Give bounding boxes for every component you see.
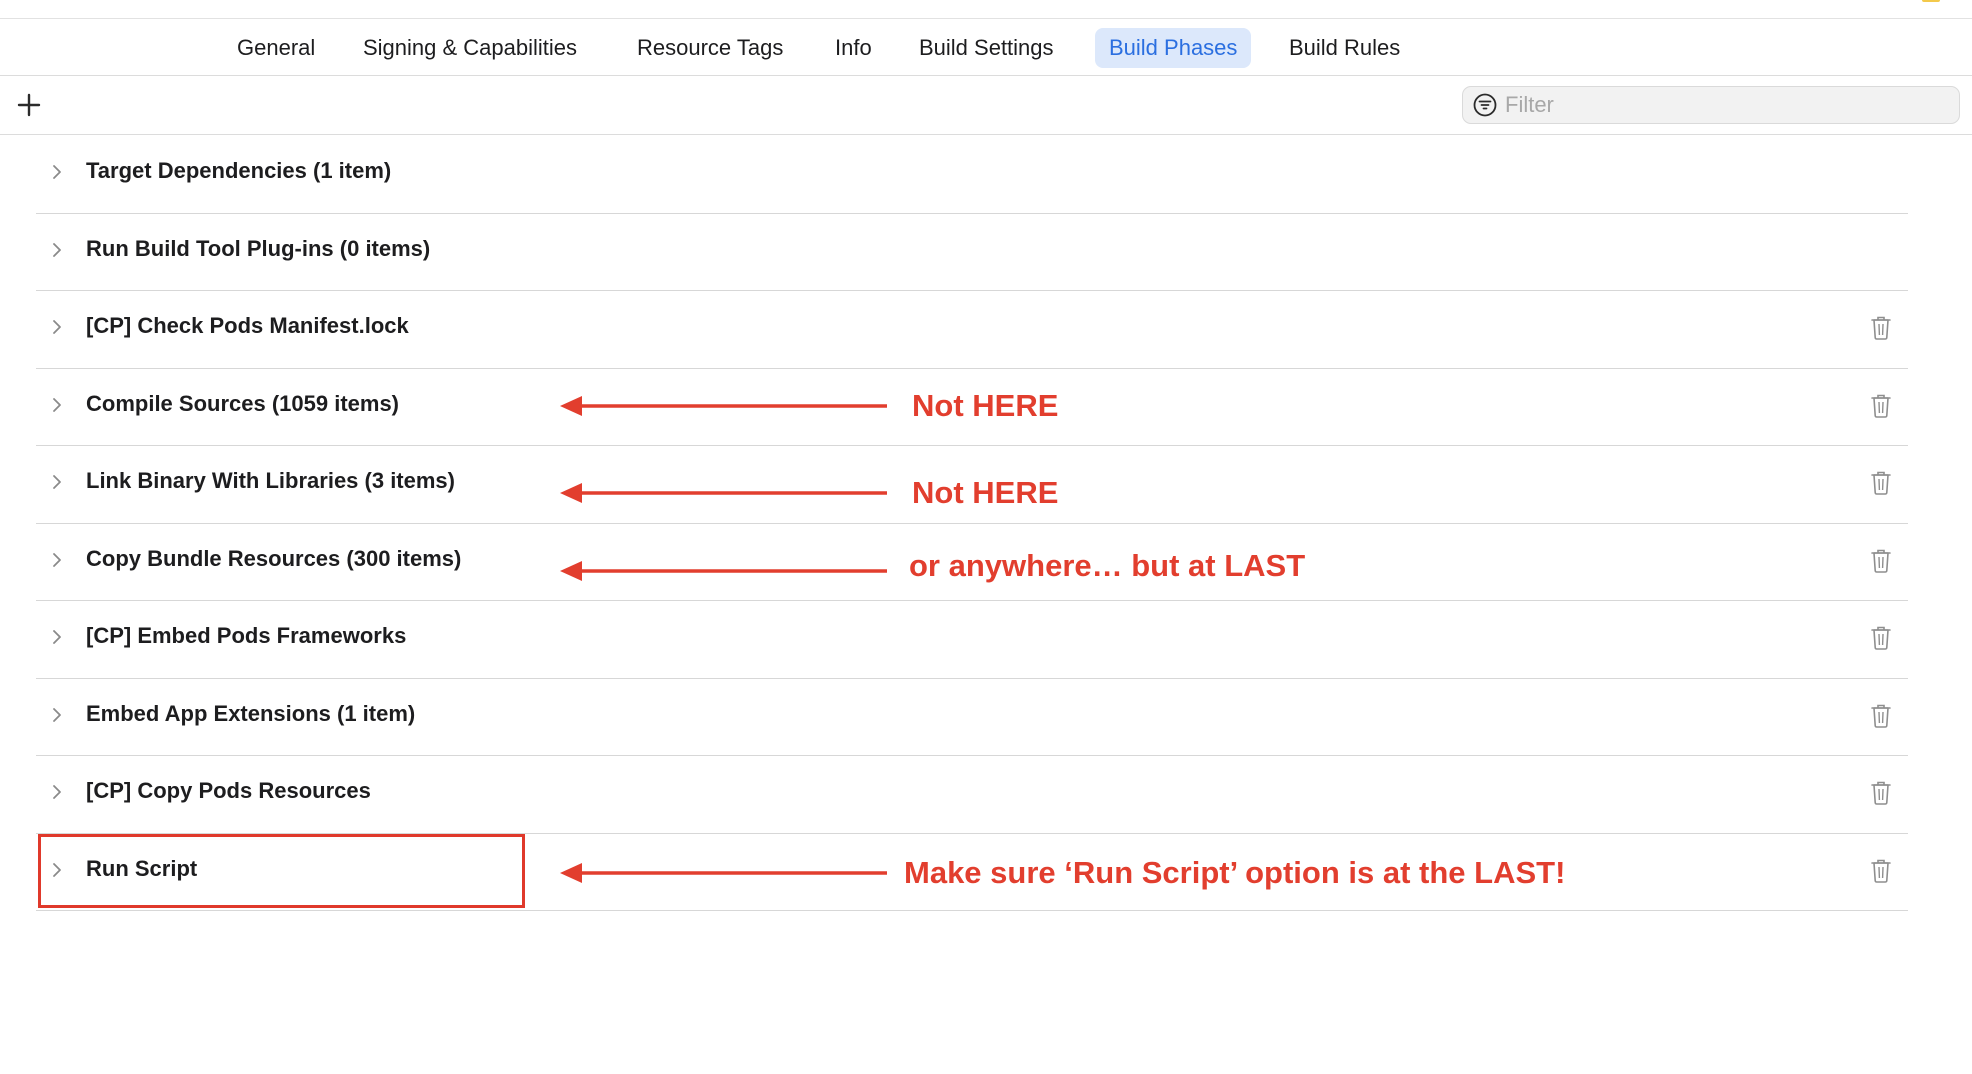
- chevron-right-icon[interactable]: [50, 395, 64, 415]
- phase-row-embed-app-extensions[interactable]: Embed App Extensions (1 item): [36, 679, 1908, 756]
- chevron-right-icon[interactable]: [50, 240, 64, 260]
- trash-icon[interactable]: [1870, 701, 1892, 729]
- annotation-not-here-link: Not HERE: [912, 475, 1059, 510]
- chevron-right-icon[interactable]: [50, 782, 64, 802]
- annotation-run-script-last: Make sure ‘Run Script’ option is at the …: [904, 855, 1566, 890]
- phase-label: [CP] Copy Pods Resources: [86, 778, 371, 803]
- chevron-right-icon[interactable]: [50, 705, 64, 725]
- trash-icon[interactable]: [1870, 623, 1892, 651]
- phase-row-check-pods-manifest[interactable]: [CP] Check Pods Manifest.lock: [36, 291, 1908, 369]
- phase-label: Run Build Tool Plug-ins (0 items): [86, 235, 431, 261]
- trash-icon[interactable]: [1870, 468, 1892, 496]
- phase-row-copy-pods-resources[interactable]: [CP] Copy Pods Resources: [36, 756, 1908, 834]
- tab-build-phases[interactable]: Build Phases: [1095, 28, 1252, 68]
- tab-signing-capabilities[interactable]: Signing & Capabilities: [349, 28, 591, 68]
- status-swatch: [1922, 0, 1940, 2]
- phase-row-run-build-tool-plugins[interactable]: Run Build Tool Plug-ins (0 items): [36, 214, 1908, 291]
- plus-icon: [17, 93, 41, 117]
- editor-tab-bar: General Signing & Capabilities Resource …: [0, 19, 1972, 76]
- trash-icon[interactable]: [1870, 546, 1892, 574]
- phase-label: [CP] Embed Pods Frameworks: [86, 623, 407, 648]
- chevron-right-icon[interactable]: [50, 627, 64, 647]
- phase-label: Compile Sources (1059 items): [86, 390, 400, 416]
- run-script-highlight-box: [38, 834, 525, 908]
- phase-label: Link Binary With Libraries (3 items): [86, 468, 455, 493]
- build-phases-toolbar: [0, 76, 1972, 135]
- filter-field[interactable]: [1462, 86, 1960, 124]
- tab-resource-tags[interactable]: Resource Tags: [623, 28, 797, 68]
- tab-general[interactable]: General: [223, 28, 329, 68]
- phase-row-embed-pods-frameworks[interactable]: [CP] Embed Pods Frameworks: [36, 601, 1908, 679]
- filter-icon: [1473, 93, 1497, 117]
- phase-label: Target Dependencies (1 item): [86, 158, 392, 183]
- chevron-right-icon[interactable]: [50, 472, 64, 492]
- phase-label: Embed App Extensions (1 item): [86, 700, 416, 726]
- top-right-status: [1894, 0, 1954, 6]
- trash-icon[interactable]: [1870, 391, 1892, 419]
- tab-info[interactable]: Info: [821, 28, 886, 68]
- tab-build-rules[interactable]: Build Rules: [1275, 28, 1414, 68]
- chevron-right-icon[interactable]: [50, 550, 64, 570]
- phase-label: [CP] Check Pods Manifest.lock: [86, 313, 409, 338]
- add-build-phase-button[interactable]: [14, 90, 44, 120]
- tab-build-settings[interactable]: Build Settings: [905, 28, 1068, 68]
- annotation-not-here-compile: Not HERE: [912, 388, 1059, 423]
- filter-input[interactable]: [1503, 90, 1947, 120]
- window-top-strip: [0, 0, 1972, 19]
- trash-icon[interactable]: [1870, 856, 1892, 884]
- trash-icon[interactable]: [1870, 313, 1892, 341]
- chevron-right-icon[interactable]: [50, 317, 64, 337]
- annotation-anywhere-but-last: or anywhere… but at LAST: [909, 548, 1306, 583]
- chevron-right-icon[interactable]: [50, 162, 64, 182]
- trash-icon[interactable]: [1870, 778, 1892, 806]
- phase-row-target-dependencies[interactable]: Target Dependencies (1 item): [36, 136, 1908, 214]
- build-phase-list: Target Dependencies (1 item) Run Build T…: [36, 136, 1908, 911]
- phase-label: Copy Bundle Resources (300 items): [86, 545, 462, 571]
